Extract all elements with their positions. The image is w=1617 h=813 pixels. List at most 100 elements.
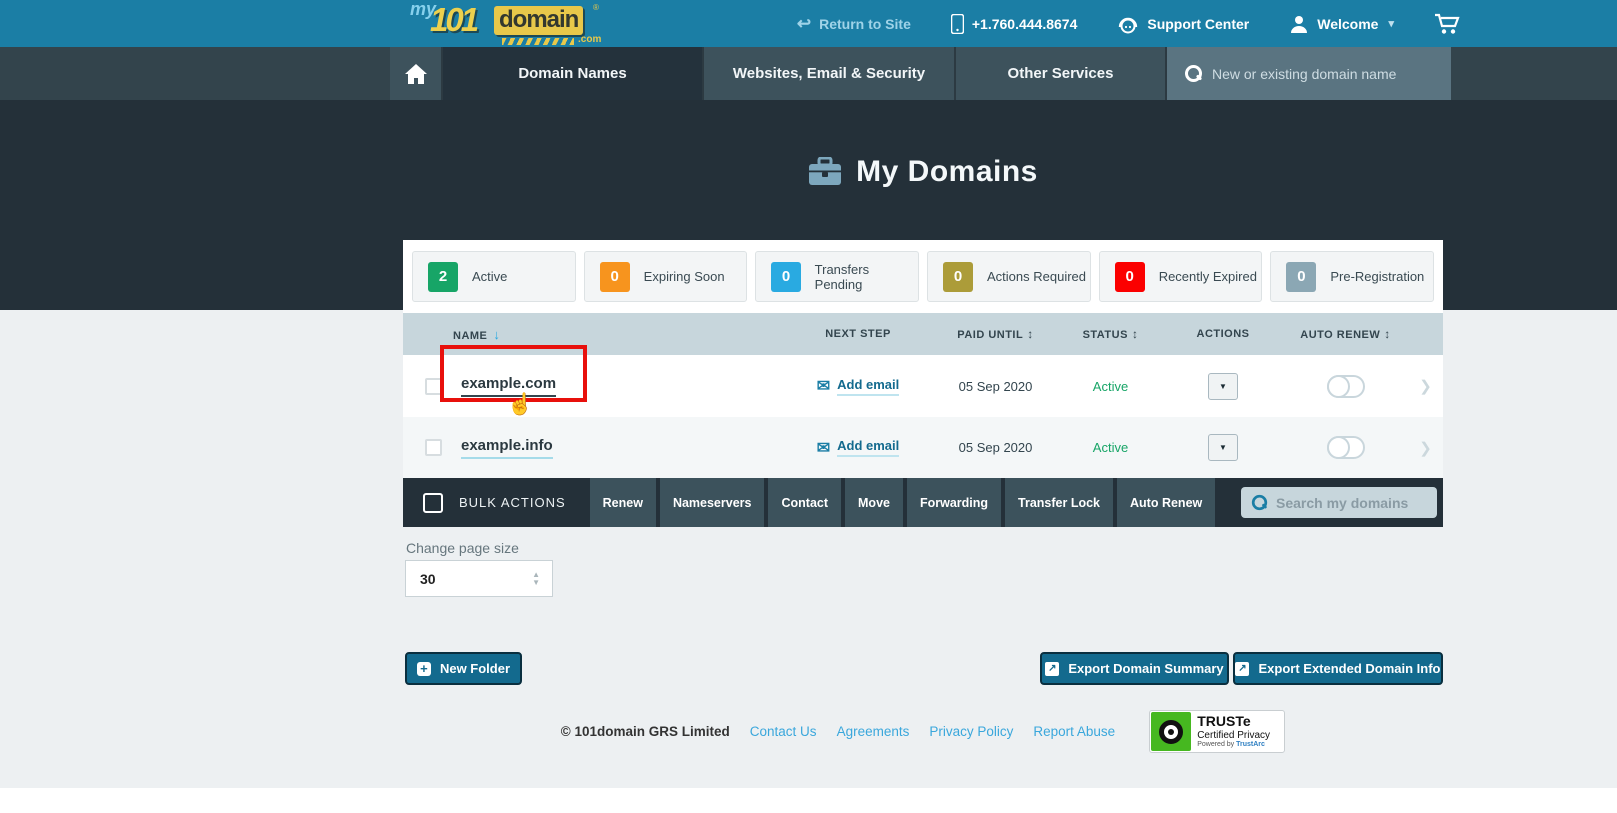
bulk-move-label: Move [858, 496, 890, 510]
export-icon: ↗ [1045, 662, 1059, 676]
page-size-select[interactable]: 30 ▲▼ [405, 560, 553, 597]
truste-badge[interactable]: TRUSTe Certified Privacy Powered by Trus… [1149, 710, 1285, 753]
bulk-transfer-lock-label: Transfer Lock [1018, 496, 1100, 510]
column-header-status[interactable]: STATUS↕ [1058, 327, 1163, 341]
home-icon [404, 63, 428, 85]
badge-pre-registration[interactable]: 0 Pre-Registration [1270, 251, 1434, 302]
tab-websites-email-security[interactable]: Websites, Email & Security [704, 47, 956, 100]
add-email-link[interactable]: ✉ Add email [783, 376, 933, 396]
column-header-auto-renew[interactable]: AUTO RENEW ↕ [1283, 327, 1408, 341]
badge-prereg-count: 0 [1286, 262, 1316, 292]
footer: © 101domain GRS Limited Contact Us Agree… [403, 710, 1443, 753]
badge-actions-required[interactable]: 0 Actions Required [927, 251, 1091, 302]
brand-logo[interactable]: my 101 domain ® .com [410, 1, 610, 46]
sort-both-icon[interactable]: ↕ [1132, 327, 1139, 341]
badge-active-count: 2 [428, 262, 458, 292]
badge-actions-count: 0 [943, 262, 973, 292]
column-header-paid-until[interactable]: PAID UNTIL↕ [933, 327, 1058, 341]
bulk-actions-label: BULK ACTIONS [459, 495, 566, 510]
sort-both-icon[interactable]: ↕ [1027, 327, 1034, 341]
footer-link-privacy-policy[interactable]: Privacy Policy [929, 724, 1013, 739]
bulk-transfer-lock-button[interactable]: Transfer Lock [1005, 478, 1113, 527]
tab-other-services[interactable]: Other Services [956, 47, 1167, 100]
badge-expiring-label: Expiring Soon [644, 269, 725, 284]
badge-active[interactable]: 2 Active [412, 251, 576, 302]
badge-recently-expired[interactable]: 0 Recently Expired [1099, 251, 1263, 302]
sort-both-icon[interactable]: ↕ [1384, 327, 1391, 341]
bulk-renew-button[interactable]: Renew [590, 478, 656, 527]
main-nav: Domain Names Websites, Email & Security … [0, 47, 1617, 100]
auto-renew-header-label: AUTO RENEW [1300, 329, 1380, 341]
status-value: Active [1058, 440, 1163, 455]
bulk-actions-bar: BULK ACTIONS Renew Nameservers Contact M… [403, 478, 1443, 527]
paid-until-value: 05 Sep 2020 [933, 440, 1058, 455]
actions-header-label: ACTIONS [1197, 328, 1250, 340]
row-chevron-icon[interactable]: ❯ [1408, 439, 1443, 457]
auto-renew-toggle[interactable] [1327, 375, 1365, 398]
logo-registered-mark: ® [593, 3, 599, 12]
column-header-next-step[interactable]: NEXT STEP [783, 328, 933, 340]
phone-icon [951, 14, 964, 34]
page-title: My Domains [856, 155, 1038, 189]
screen: my 101 domain ® .com ↩ Return to Site +1… [0, 0, 1617, 813]
badge-transfers-pending[interactable]: 0 Transfers Pending [755, 251, 919, 302]
footer-link-report-abuse[interactable]: Report Abuse [1033, 724, 1115, 739]
bulk-forwarding-button[interactable]: Forwarding [907, 478, 1001, 527]
return-arrow-icon: ↩ [797, 14, 811, 34]
export-extended-domain-info-button[interactable]: ↗ Export Extended Domain Info [1233, 652, 1443, 685]
search-icon [1185, 65, 1202, 82]
column-header-name[interactable]: NAME ↓ [453, 327, 783, 342]
auto-renew-toggle[interactable] [1327, 436, 1365, 459]
row-checkbox[interactable] [425, 439, 442, 456]
export-icon: ↗ [1235, 662, 1249, 676]
table-header: NAME ↓ NEXT STEP PAID UNTIL↕ STATUS↕ ACTI… [403, 313, 1443, 355]
domain-search-input[interactable] [1212, 66, 1432, 82]
table-row-example-com: example.com ✉ Add email 05 Sep 2020 Acti… [403, 355, 1443, 417]
chevron-down-icon: ▾ [1388, 17, 1394, 30]
tab-domain-names[interactable]: Domain Names [443, 47, 704, 100]
export-extended-label: Export Extended Domain Info [1258, 661, 1440, 676]
row-chevron-icon[interactable]: ❯ [1408, 377, 1443, 395]
truste-certified-label: Certified Privacy [1197, 730, 1270, 741]
footer-link-contact-us[interactable]: Contact Us [750, 724, 817, 739]
nav-home-button[interactable] [390, 47, 443, 100]
export-domain-summary-button[interactable]: ↗ Export Domain Summary [1040, 652, 1229, 685]
actions-dropdown-button[interactable]: ▼ [1208, 434, 1238, 461]
bulk-renew-label: Renew [603, 496, 643, 510]
phone-link[interactable]: +1.760.444.8674 [951, 14, 1078, 34]
new-folder-button[interactable]: + New Folder [405, 652, 522, 685]
bulk-contact-button[interactable]: Contact [768, 478, 841, 527]
table-row-example-info: example.info ✉ Add email 05 Sep 2020 Act… [403, 417, 1443, 478]
actions-dropdown-button[interactable]: ▼ [1208, 373, 1238, 400]
bulk-contact-label: Contact [781, 496, 828, 510]
row-checkbox[interactable] [425, 378, 442, 395]
page-size-value: 30 [420, 571, 436, 587]
bulk-select-all-checkbox[interactable] [423, 493, 443, 513]
welcome-label: Welcome [1317, 16, 1378, 32]
search-icon [1252, 495, 1267, 510]
account-menu[interactable]: Welcome ▾ [1289, 14, 1394, 34]
name-header-label: NAME [453, 330, 487, 342]
badge-expiring-soon[interactable]: 0 Expiring Soon [584, 251, 748, 302]
my-domains-search-input[interactable] [1276, 495, 1426, 511]
bulk-move-button[interactable]: Move [845, 478, 903, 527]
summary-badges: 2 Active 0 Expiring Soon 0 Transfers Pen… [403, 240, 1443, 313]
truste-powered-by: Powered by TrustArc [1197, 741, 1270, 749]
return-to-site-link[interactable]: ↩ Return to Site [797, 14, 911, 34]
bulk-buttons: Renew Nameservers Contact Move Forwardin… [590, 478, 1216, 527]
tab-websites-label: Websites, Email & Security [733, 65, 925, 82]
support-center-link[interactable]: Support Center [1117, 14, 1249, 34]
column-header-actions: ACTIONS [1163, 328, 1283, 340]
tab-domain-names-label: Domain Names [518, 65, 626, 82]
domains-card: 2 Active 0 Expiring Soon 0 Transfers Pen… [403, 240, 1443, 527]
bulk-nameservers-button[interactable]: Nameservers [660, 478, 765, 527]
logo-101: 101 [430, 1, 476, 39]
sort-down-icon[interactable]: ↓ [493, 327, 500, 342]
bulk-auto-renew-button[interactable]: Auto Renew [1117, 478, 1215, 527]
bottom-strip [0, 788, 1617, 813]
cart-button[interactable] [1434, 13, 1460, 35]
footer-link-agreements[interactable]: Agreements [837, 724, 910, 739]
domain-link-example-info[interactable]: example.info [461, 437, 553, 459]
add-email-link[interactable]: ✉ Add email [783, 438, 933, 458]
new-folder-label: New Folder [440, 661, 510, 676]
